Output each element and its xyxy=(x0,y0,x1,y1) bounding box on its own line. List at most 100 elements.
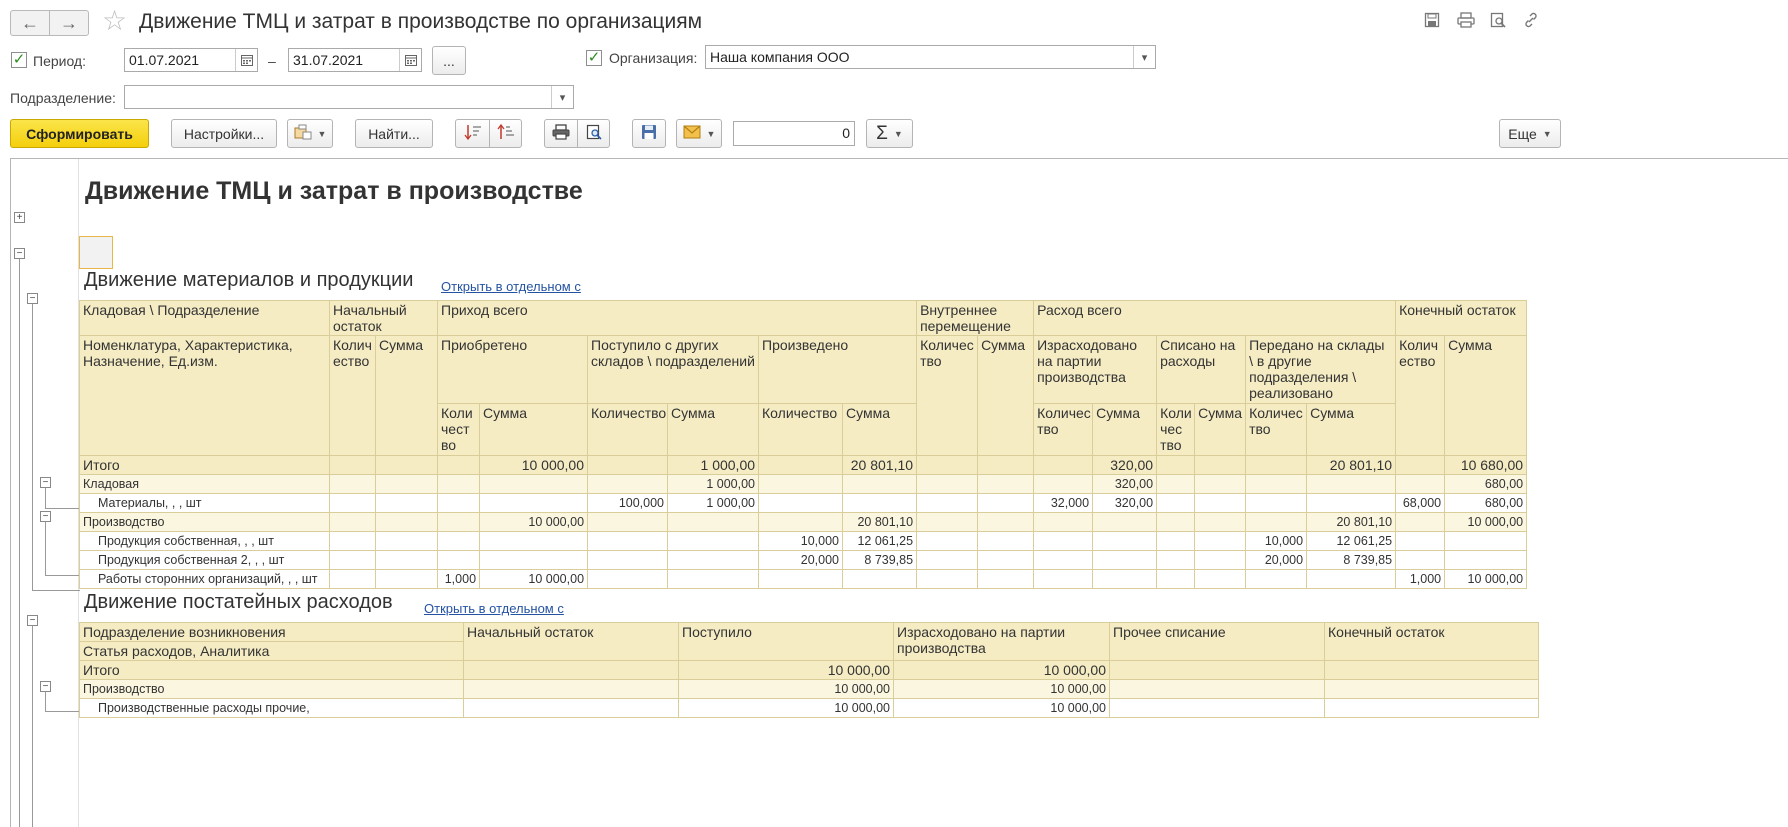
expenses-table[interactable]: Подразделение возникновения Начальный ос… xyxy=(79,622,1539,718)
chevron-down-icon[interactable]: ▾ xyxy=(1133,46,1155,68)
cell-cons-sum: 320,00 xyxy=(1092,474,1158,494)
expand-icon[interactable]: + xyxy=(14,212,25,223)
division-select[interactable]: ▾ xyxy=(124,85,574,109)
cell-tr-qty: 20,000 xyxy=(1245,550,1308,570)
cell-tr-qty xyxy=(1245,569,1308,589)
cell-acq-qty xyxy=(437,455,481,475)
cell-closing xyxy=(1324,698,1539,718)
materials-row[interactable]: Материалы, , , шт 100,000 1 000,00 32,000 32… xyxy=(79,493,1528,513)
checkmark-icon: ✓ xyxy=(12,51,26,68)
organization-value: Наша компания ООО xyxy=(710,49,850,65)
organization-checkbox[interactable]: ✓ xyxy=(586,50,602,66)
cell-open-qty xyxy=(329,455,376,475)
materials-table[interactable]: Кладовая \ Подразделение Начальный остат… xyxy=(79,300,1528,589)
date-to-input[interactable]: 31.07.2021 xyxy=(288,48,422,72)
cell-int-sum xyxy=(977,512,1035,532)
cell-prod-qty xyxy=(758,512,844,532)
cell-rec-qty xyxy=(587,455,669,475)
forward-button[interactable]: → xyxy=(49,10,89,36)
printer-icon[interactable] xyxy=(1455,12,1477,34)
expenses-open-link[interactable]: Открыть в отдельном с xyxy=(424,601,564,616)
materials-row[interactable]: Кладовая 1 000,00 320,00 680,00 xyxy=(79,474,1528,494)
cell-int-sum xyxy=(977,493,1035,513)
period-checkbox[interactable]: ✓ xyxy=(11,52,27,68)
materials-row[interactable]: Итого 10 000,00 1 000,00 20 801,10 320,00 20 … xyxy=(79,455,1528,475)
variant-button[interactable]: ▼ xyxy=(287,119,333,148)
period-select-button[interactable]: ... xyxy=(432,46,466,75)
floppy-icon[interactable] xyxy=(1421,12,1443,34)
cell-cons-sum xyxy=(1092,569,1158,589)
collapse-icon[interactable]: − xyxy=(40,477,51,488)
find-button[interactable]: Найти... xyxy=(355,119,433,148)
cell-tr-qty xyxy=(1245,474,1308,494)
col-exp-other: Прочее списание xyxy=(1109,622,1325,661)
cell-received: 10 000,00 xyxy=(678,679,894,699)
preview-button[interactable] xyxy=(577,119,610,148)
cell-other xyxy=(1109,698,1325,718)
materials-row[interactable]: Продукция собственная 2, , , шт 20,000 8 7… xyxy=(79,550,1528,570)
cell-int-qty xyxy=(916,455,979,475)
collapse-icon[interactable]: − xyxy=(40,511,51,522)
cell-cons-qty: 32,000 xyxy=(1033,493,1094,513)
materials-row[interactable]: Производство 10 000,00 20 801,10 20 801,10 1… xyxy=(79,512,1528,532)
sum-button[interactable]: Σ ▼ xyxy=(866,119,913,148)
col-acquired: Приобретено xyxy=(437,335,589,404)
cell-rec-qty xyxy=(587,474,669,494)
date-to-value: 31.07.2021 xyxy=(293,52,364,68)
cell-wo-sum xyxy=(1194,531,1247,551)
sum-counter-field[interactable]: 0 xyxy=(733,121,855,146)
col-prod-qty: Количество xyxy=(758,403,844,456)
cell-int-sum xyxy=(977,531,1035,551)
more-button[interactable]: Еще ▼ xyxy=(1499,119,1561,148)
selected-cell[interactable] xyxy=(79,236,113,269)
col-opening-qty: Колич ество xyxy=(329,335,376,456)
link-icon[interactable] xyxy=(1520,12,1542,34)
sort-asc-button[interactable] xyxy=(455,119,490,148)
cell-tr-sum: 20 801,10 xyxy=(1306,512,1397,532)
send-email-button[interactable]: ▼ xyxy=(676,119,722,148)
chevron-down-icon: ▼ xyxy=(706,128,716,139)
cell-tr-qty xyxy=(1245,493,1308,513)
col-closing-qty: Колич ество xyxy=(1395,335,1446,456)
cell-consumed: 10 000,00 xyxy=(893,679,1110,699)
materials-open-link[interactable]: Открыть в отдельном с xyxy=(441,279,581,294)
star-icon[interactable]: ☆ xyxy=(102,6,127,36)
tree-line xyxy=(32,304,33,590)
report-area[interactable]: + − − − − − − Движение ТМЦ и затрат в пр… xyxy=(10,158,1788,827)
cell-prod-qty xyxy=(758,493,844,513)
expenses-row[interactable]: Производство 10 000,00 10 000,00 xyxy=(79,679,1539,699)
materials-row[interactable]: Продукция собственная, , , шт 10,000 12 06… xyxy=(79,531,1528,551)
col-internal: Внутреннее перемещение xyxy=(916,300,1035,336)
row-label: Работы сторонних организаций, , , шт xyxy=(79,569,330,589)
print-button[interactable] xyxy=(544,119,578,148)
collapse-icon[interactable]: − xyxy=(27,615,38,626)
collapse-icon[interactable]: − xyxy=(40,681,51,692)
col-cons-qty: Количес тво xyxy=(1033,403,1094,456)
calendar-icon[interactable] xyxy=(235,49,257,71)
cell-consumed: 10 000,00 xyxy=(893,698,1110,718)
sort-desc-button[interactable] xyxy=(489,119,522,148)
cell-tr-sum: 12 061,25 xyxy=(1306,531,1397,551)
preview-icon xyxy=(586,124,602,143)
arrow-right-icon: → xyxy=(60,12,78,33)
cell-close-qty xyxy=(1395,455,1446,475)
cell-opening xyxy=(463,660,679,680)
back-button[interactable]: ← xyxy=(10,10,50,36)
organization-select[interactable]: Наша компания ООО ▾ xyxy=(705,45,1156,69)
collapse-icon[interactable]: − xyxy=(27,293,38,304)
calendar-icon[interactable] xyxy=(399,49,421,71)
expenses-row[interactable]: Производственные расходы прочие, 10 000,0… xyxy=(79,698,1539,718)
settings-button[interactable]: Настройки... xyxy=(171,119,277,148)
materials-row[interactable]: Работы сторонних организаций, , , шт 1,00… xyxy=(79,569,1528,589)
col-store-division: Кладовая \ Подразделение xyxy=(79,300,330,336)
expenses-row[interactable]: Итого 10 000,00 10 000,00 xyxy=(79,660,1539,680)
cell-open-sum xyxy=(374,455,439,475)
date-from-input[interactable]: 01.07.2021 xyxy=(124,48,258,72)
generate-button[interactable]: Сформировать xyxy=(10,119,149,148)
report-variant-icon xyxy=(294,124,312,143)
cell-wo-qty xyxy=(1156,512,1196,532)
collapse-icon[interactable]: − xyxy=(14,248,25,259)
preview-icon[interactable] xyxy=(1487,12,1509,34)
save-button[interactable] xyxy=(632,119,666,148)
chevron-down-icon[interactable]: ▾ xyxy=(551,86,573,108)
